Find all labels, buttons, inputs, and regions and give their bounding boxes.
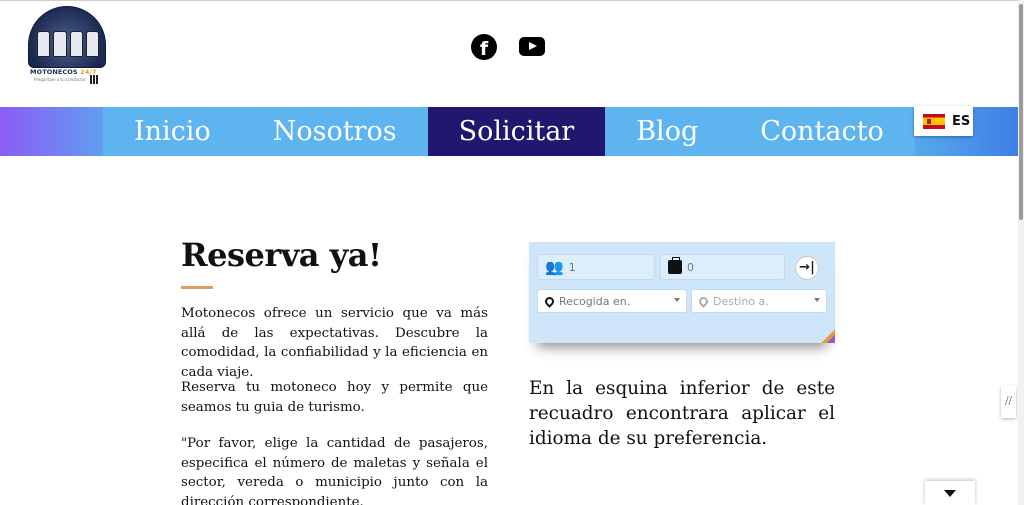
heading-underline <box>181 286 213 289</box>
logo-name: MOTONECOS 24/7 <box>30 68 97 76</box>
passengers-field[interactable]: 👥 1 <box>537 254 655 280</box>
nav-item-nosotros[interactable]: Nosotros <box>242 107 428 156</box>
page-scrollbar[interactable] <box>1018 0 1024 505</box>
logo-vehicles <box>37 31 99 57</box>
intro-paragraph: Motonecos ofrece un servicio que va más … <box>181 306 488 380</box>
scrollbar-thumb[interactable] <box>1019 4 1023 220</box>
youtube-icon[interactable] <box>519 37 545 56</box>
expand-down-button[interactable] <box>925 481 975 505</box>
logo-badge <box>28 6 106 68</box>
side-widget-tab[interactable]: ⧸⧸ <box>1001 386 1016 418</box>
spain-flag-icon <box>923 113 945 129</box>
nav-item-contacto[interactable]: Contacto <box>729 107 914 156</box>
booking-paragraph: Reserva tu motoneco hoy y permite que se… <box>181 380 488 415</box>
site-logo[interactable]: MOTONECOS 24/7 Pregúntale a tu conductor <box>28 6 108 86</box>
qr-code-icon <box>90 75 99 84</box>
luggage-icon <box>668 257 682 274</box>
logo-subtitle: Pregúntale a tu conductor <box>34 77 87 82</box>
language-note: En la esquina inferior de este recuadro … <box>529 378 835 449</box>
nav-item-inicio[interactable]: Inicio <box>103 107 242 156</box>
passengers-icon: 👥 <box>545 258 564 276</box>
map-pin-icon <box>697 294 710 308</box>
nav-item-blog[interactable]: Blog <box>605 107 729 156</box>
nav-menu: Inicio Nosotros Solicitar Blog Contacto <box>103 107 915 156</box>
luggage-value: 0 <box>687 260 694 274</box>
destination-select[interactable]: Destino a. <box>691 289 827 313</box>
language-code: ES <box>952 113 971 129</box>
luggage-field[interactable]: 0 <box>660 254 785 280</box>
instructions-paragraph: "Por favor, elige la cantidad de pasajer… <box>181 436 488 505</box>
pickup-placeholder: Recogida en. <box>559 294 631 308</box>
submit-arrow-button[interactable]: →| <box>795 256 819 280</box>
main-navbar: Inicio Nosotros Solicitar Blog Contacto <box>0 107 1018 156</box>
map-pin-icon <box>543 294 556 308</box>
top-border <box>0 0 1024 1</box>
chevron-down-icon <box>814 298 820 302</box>
nav-item-solicitar[interactable]: Solicitar <box>427 107 606 156</box>
page-heading: Reserva ya! <box>181 236 382 274</box>
facebook-icon[interactable]: f <box>471 34 497 60</box>
passengers-value: 1 <box>568 260 576 274</box>
language-selector[interactable]: ES <box>914 106 973 136</box>
pickup-select[interactable]: Recogida en. <box>537 289 687 313</box>
destination-placeholder: Destino a. <box>713 294 769 308</box>
booking-widget: 👥 1 0 →| Recogida en. Destino a. <box>529 242 835 343</box>
widget-language-corner[interactable] <box>821 329 835 343</box>
chevron-down-icon <box>674 298 680 302</box>
